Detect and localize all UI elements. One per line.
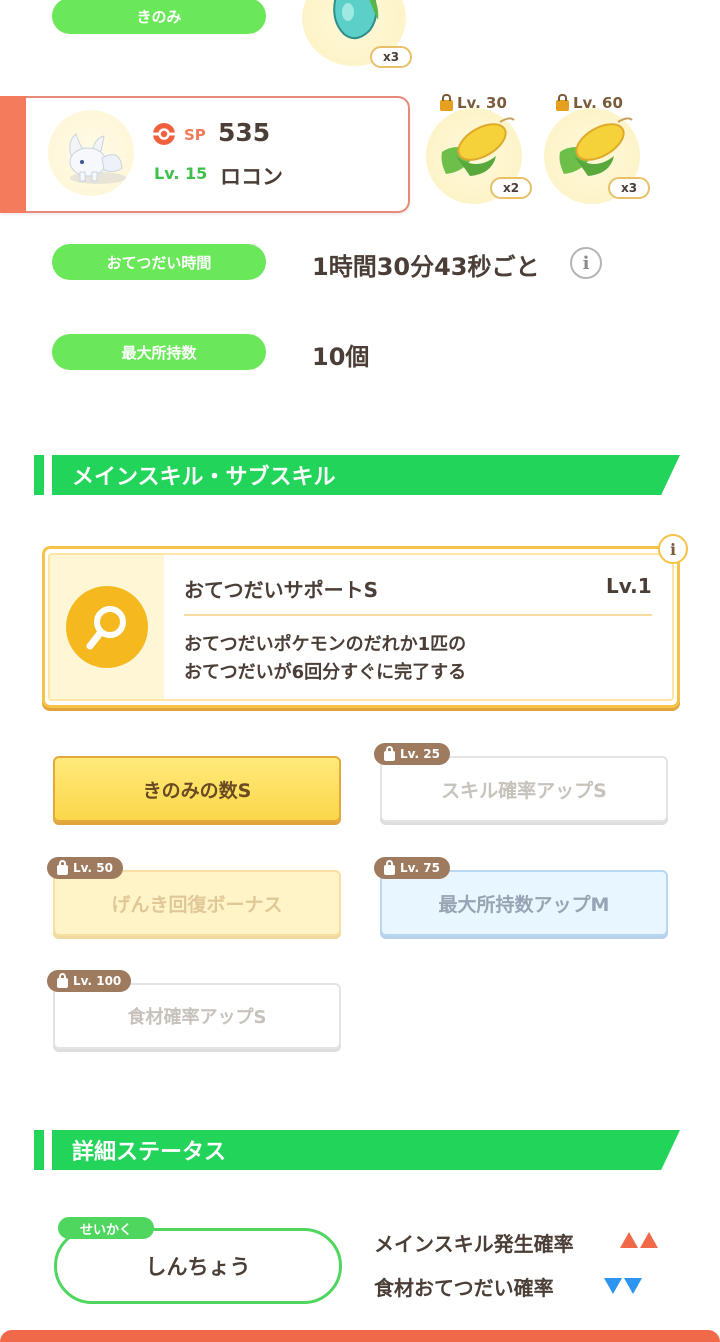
sub-skill-3-label: げんき回復ボーナス <box>111 893 283 916</box>
sub-skill-4-lock: Lv. 75 <box>374 857 450 879</box>
sub-skill-5-lock-level: Lv. 100 <box>73 974 122 988</box>
down-arrow-icon <box>604 1278 622 1294</box>
info-icon[interactable]: i <box>658 534 688 564</box>
down-arrow-icon <box>624 1278 642 1294</box>
sub-skill-5-lock: Lv. 100 <box>47 970 132 992</box>
detail-section-title: 詳細ステータス <box>72 1140 227 1165</box>
alolan-vulpix-icon <box>69 133 126 184</box>
nature-box[interactable]: しんちょう <box>54 1228 342 1304</box>
lock-icon <box>384 859 395 875</box>
nature-down-arrows <box>604 1278 642 1294</box>
berry-icon <box>333 0 379 40</box>
ingredient-1-count: x2 <box>490 177 532 199</box>
main-skill-name: おてつだいサポートS <box>184 578 379 602</box>
main-skill-description-1: おてつだいポケモンのだれか1匹の <box>184 634 467 655</box>
lock-icon <box>57 859 68 875</box>
sub-skill-2-lock: Lv. 25 <box>374 743 450 765</box>
main-skill-description-2: おてつだいが6回分すぐに完了する <box>184 662 467 683</box>
pokemon-card-stripe <box>0 96 26 213</box>
info-icon[interactable]: i <box>570 247 602 279</box>
help-time-value: 1時間30分43秒ごと <box>312 253 540 281</box>
skills-section-header: メインスキル・サブスキル <box>34 455 680 495</box>
nature-up-arrows <box>620 1232 658 1248</box>
up-arrow-icon <box>620 1232 638 1248</box>
sub-skill-3-lock: Lv. 50 <box>47 857 123 879</box>
lock-icon <box>440 93 453 111</box>
nature-down-stat: 食材おてつだい確率 <box>374 1276 554 1300</box>
sub-skill-1-label: きのみの数S <box>142 779 252 802</box>
pokemon-name: ロコン <box>220 165 283 189</box>
pokeball-icon <box>153 123 175 145</box>
sub-skill-4-button[interactable]: 最大所持数アップM <box>380 870 668 936</box>
lock-icon <box>384 745 395 761</box>
magnifier-icon <box>86 606 126 650</box>
sub-skill-1-button[interactable]: きのみの数S <box>53 756 341 822</box>
up-arrow-icon <box>640 1232 658 1248</box>
detail-section-header: 詳細ステータス <box>34 1130 680 1170</box>
lock-icon <box>57 972 68 988</box>
lock-icon <box>556 93 569 111</box>
sp-value: 535 <box>218 118 271 147</box>
sub-skill-2-lock-level: Lv. 25 <box>400 747 440 761</box>
berry-label: きのみ <box>52 0 266 34</box>
berry-count: x3 <box>370 46 412 68</box>
max-carry-label: 最大所持数 <box>52 334 266 370</box>
sub-skill-2-label: スキル確率アップS <box>441 779 607 802</box>
corn-icon <box>559 117 633 176</box>
ingredient-2-count: x3 <box>608 177 650 199</box>
pokemon-level: Lv. 15 <box>154 164 208 183</box>
sub-skill-4-label: 最大所持数アップM <box>438 893 610 916</box>
sub-skill-2-button[interactable]: スキル確率アップS <box>380 756 668 822</box>
max-carry-value: 10個 <box>312 343 370 371</box>
sub-skill-5-label: 食材確率アップS <box>127 1007 267 1028</box>
nature-up-stat: メインスキル発生確率 <box>374 1232 574 1256</box>
sub-skill-3-button[interactable]: げんき回復ボーナス <box>53 870 341 936</box>
main-skill-level: Lv.1 <box>606 574 652 598</box>
skills-section-title: メインスキル・サブスキル <box>72 465 336 490</box>
corn-icon <box>441 117 515 176</box>
sub-skill-5-button[interactable]: 食材確率アップS <box>53 983 341 1049</box>
nature-value: しんちょう <box>145 1255 251 1279</box>
bottom-action-bar[interactable] <box>0 1330 720 1342</box>
sub-skill-4-lock-level: Lv. 75 <box>400 861 440 875</box>
sp-label: SP <box>184 126 206 144</box>
sub-skill-3-lock-level: Lv. 50 <box>73 861 113 875</box>
main-skill-divider <box>184 614 652 616</box>
nature-tag: せいかく <box>58 1217 154 1239</box>
help-time-label: おてつだい時間 <box>52 244 266 280</box>
